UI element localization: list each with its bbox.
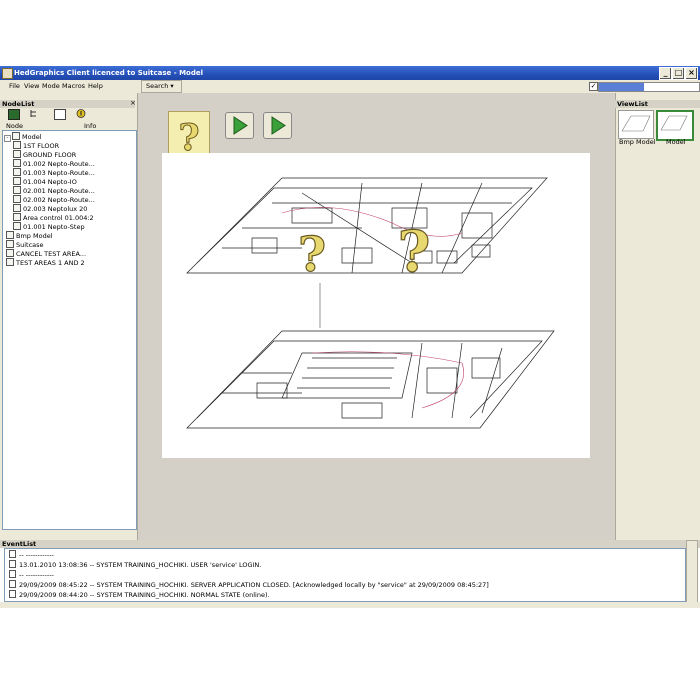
minimize-button[interactable]: _ [659, 67, 672, 80]
document-icon [9, 560, 16, 568]
search-label: Search [146, 82, 169, 90]
column-node[interactable]: Node [6, 122, 23, 130]
device-icon [13, 168, 21, 176]
node-tree: - Model 1ST FLOOR GROUND FLOOR 01.002 Nep… [2, 130, 137, 530]
svg-text:?: ? [298, 227, 326, 283]
macro-icon [6, 258, 14, 266]
device-icon [13, 177, 21, 185]
checkbox[interactable]: ✓ [589, 82, 598, 91]
tree-node-bmp-model[interactable]: Bmp Model [6, 231, 53, 240]
tree-node[interactable]: TEST AREAS 1 AND 2 [6, 258, 85, 267]
close-icon[interactable]: × [130, 100, 136, 107]
bottom-border [0, 602, 700, 608]
tree-icon[interactable] [29, 109, 39, 118]
tree-node[interactable]: CANCEL TEST AREA... [6, 249, 86, 258]
chevron-down-icon: ▾ [170, 82, 174, 90]
floorplan-view[interactable]: ? ? [162, 153, 590, 458]
list-item[interactable]: 29/09/2009 08:45:22 -- SYSTEM TRAINING_H… [9, 580, 489, 589]
column-info[interactable]: Info [84, 122, 96, 130]
floor-icon [13, 141, 21, 149]
floorplan-drawing: ? ? [186, 177, 555, 429]
tree-node[interactable]: Area control 01.004:2 [13, 213, 94, 222]
tree-node[interactable]: 01.004 Nepto-IO [13, 177, 77, 186]
play-button[interactable] [225, 112, 254, 139]
device-icon [13, 204, 21, 212]
floor-icon [13, 150, 21, 158]
tree-node[interactable]: 1ST FLOOR [13, 141, 59, 150]
event-scrollbar[interactable] [686, 540, 698, 604]
document-icon [9, 570, 16, 578]
device-icon [13, 222, 21, 230]
tree-node[interactable]: 02.001 Nepto-Route... [13, 186, 95, 195]
model-icon [12, 132, 20, 140]
question-mark-icon[interactable]: ? [297, 226, 326, 283]
maximize-button[interactable]: □ [672, 67, 685, 80]
list-item[interactable]: -- ------------ [9, 550, 54, 559]
event-list: -- ------------ 13.01.2010 13:08:36 -- S… [4, 548, 686, 602]
nodelist-header: NodeList [0, 100, 135, 108]
tree-node[interactable]: 01.001 Nepto-Step [13, 222, 85, 231]
alarm-icon [9, 590, 16, 598]
macro-icon [6, 249, 14, 257]
right-panel [615, 93, 700, 540]
info-icon[interactable] [76, 109, 86, 118]
device-icon [13, 186, 21, 194]
menu-help[interactable]: Help [88, 82, 103, 90]
title-bar: HedGraphics Client licenced to Suitcase … [0, 66, 700, 80]
play-icon [233, 116, 248, 135]
play-next-button[interactable] [263, 112, 292, 139]
play-icon [271, 116, 286, 135]
svg-text:?: ? [398, 219, 431, 285]
tree-node-suitcase[interactable]: Suitcase [6, 240, 44, 249]
menu-view[interactable]: View [24, 82, 39, 90]
view-label: Model [666, 138, 686, 146]
grid-icon[interactable] [54, 109, 66, 120]
view-thumbnail-bmp-model[interactable] [618, 110, 654, 139]
window-title: HedGraphics Client licenced to Suitcase … [14, 69, 204, 77]
alarm-icon [9, 580, 16, 588]
viewlist-header: ViewList [615, 100, 700, 108]
tree-node[interactable]: GROUND FLOOR [13, 150, 76, 159]
tree-node[interactable]: 02.003 Neptolux 20 [13, 204, 87, 213]
list-item[interactable]: 13.01.2010 13:08:36 -- SYSTEM TRAINING_H… [9, 560, 261, 569]
menu-macros[interactable]: Macros [62, 82, 85, 90]
document-icon [9, 550, 16, 558]
app-icon [2, 68, 13, 79]
bmp-icon [6, 231, 14, 239]
eventlist-header: EventList [0, 540, 700, 548]
device-icon [13, 159, 21, 167]
list-item[interactable]: 29/09/2009 08:44:20 -- SYSTEM TRAINING_H… [9, 590, 270, 599]
progress-bar [598, 82, 700, 92]
nodelist-column-header: Node Info [2, 122, 135, 130]
list-item[interactable]: -- ------------ [9, 570, 54, 579]
view-label: Bmp Model [619, 138, 656, 146]
monitor-icon[interactable] [8, 109, 20, 120]
tree-node[interactable]: 02.002 Nepto-Route... [13, 195, 95, 204]
question-mark-icon[interactable]: ? [397, 218, 431, 285]
tree-node[interactable]: 01.003 Nepto-Route... [13, 168, 95, 177]
menu-file[interactable]: File [9, 82, 20, 90]
collapse-icon[interactable]: - [4, 135, 11, 142]
view-thumbnail-model[interactable] [656, 110, 694, 141]
close-button[interactable]: × [685, 67, 698, 80]
search-dropdown[interactable]: Search ▾ [141, 80, 182, 93]
tree-node[interactable]: 01.002 Nepto-Route... [13, 159, 95, 168]
progress-fill [599, 83, 644, 91]
device-icon [13, 195, 21, 203]
menu-mode[interactable]: Mode [42, 82, 60, 90]
suitcase-icon [6, 240, 14, 248]
device-icon [13, 213, 21, 221]
